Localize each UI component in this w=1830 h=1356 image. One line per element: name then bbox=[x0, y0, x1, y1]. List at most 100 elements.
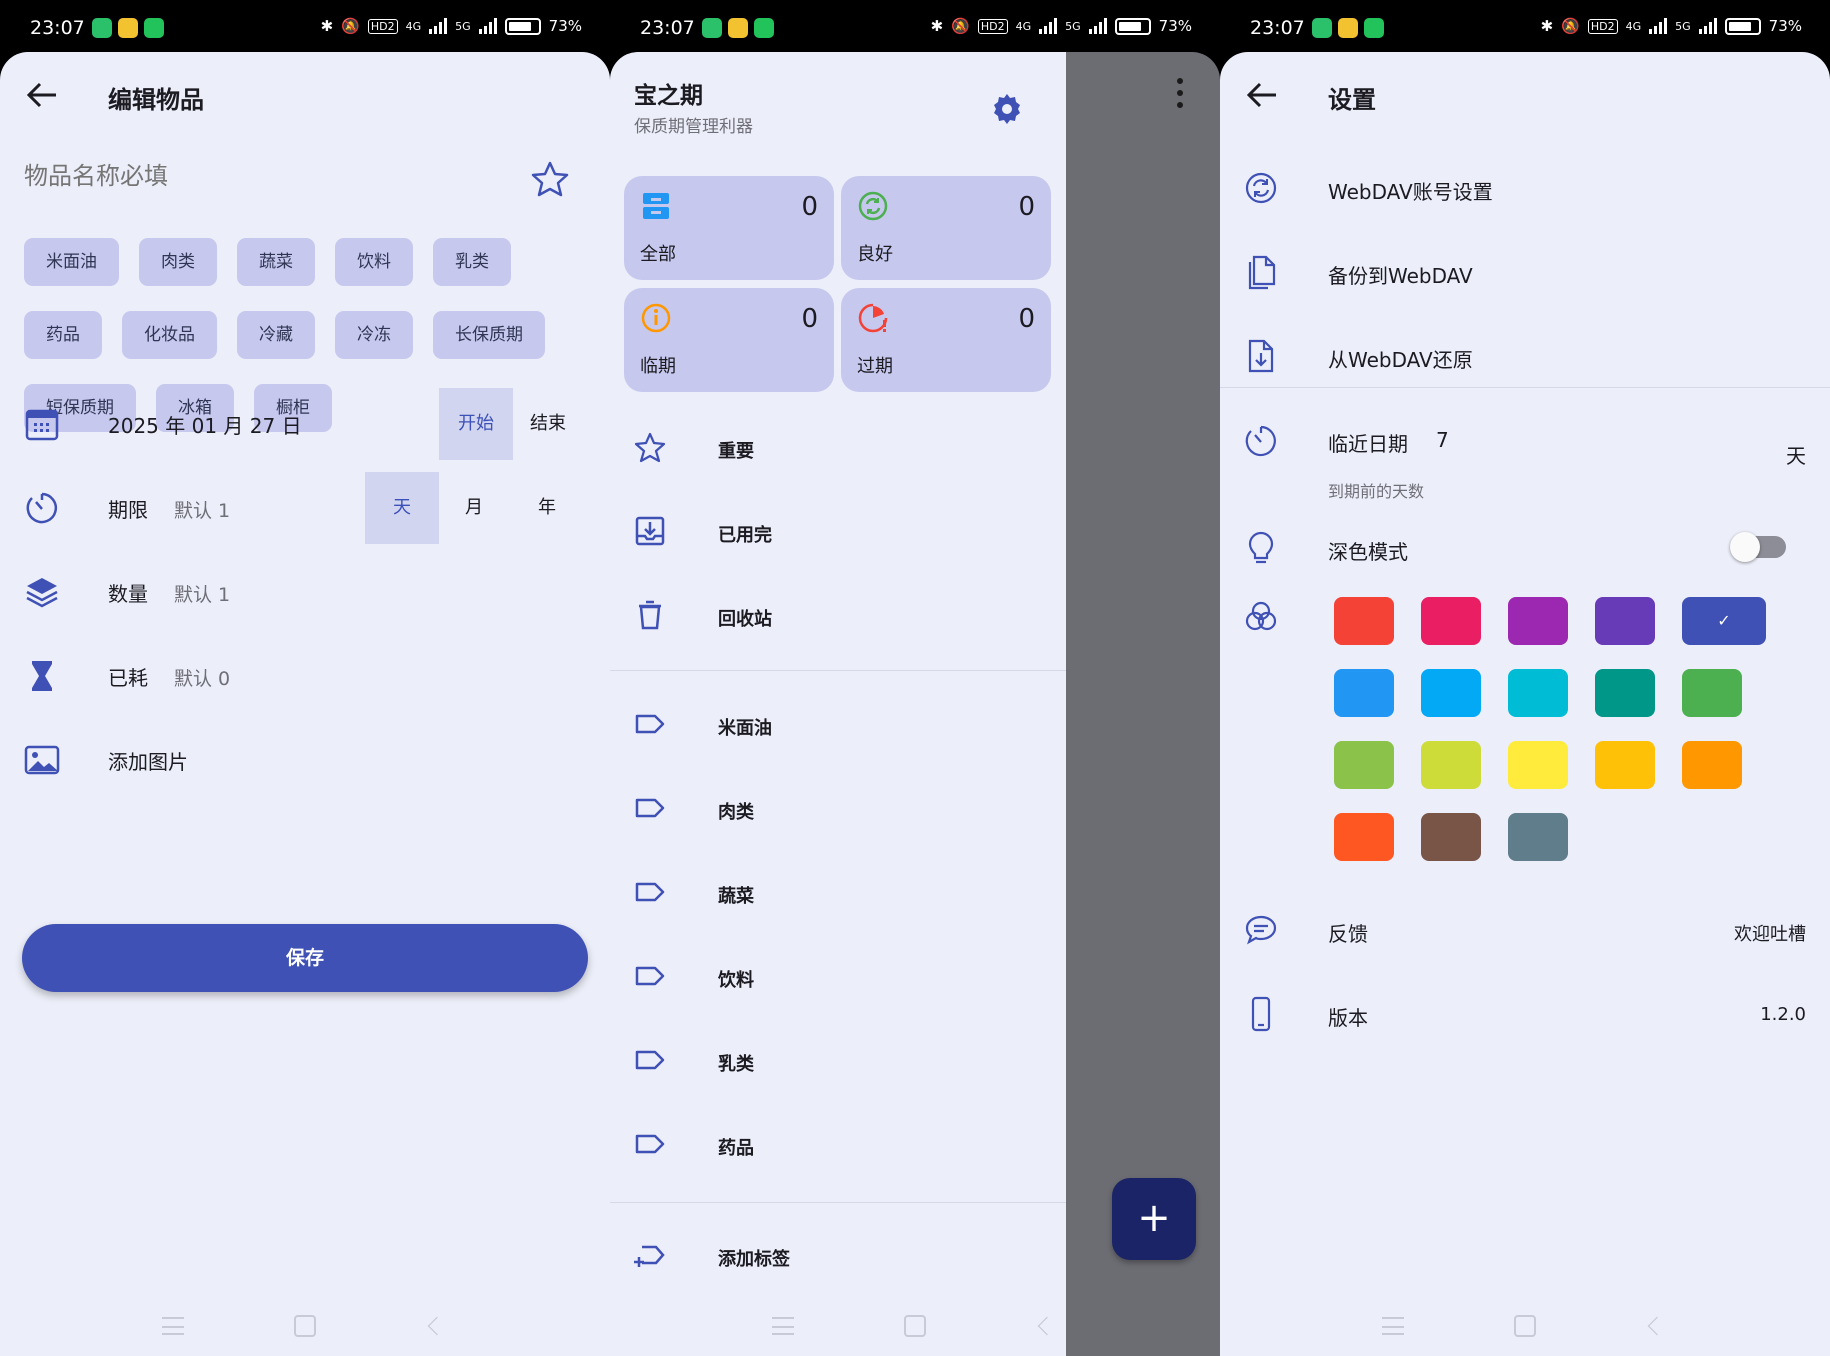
back-nav-icon[interactable] bbox=[427, 1316, 447, 1336]
date-value[interactable]: 2025 年 01 月 27 日 bbox=[108, 410, 302, 439]
color-swatch[interactable] bbox=[1682, 669, 1742, 717]
label-icon bbox=[635, 798, 665, 818]
card-all[interactable]: 0 全部 bbox=[624, 176, 834, 280]
tag-chip[interactable]: 冷冻 bbox=[335, 311, 413, 359]
dark-mode-toggle[interactable] bbox=[1730, 532, 1786, 562]
date-start-toggle[interactable]: 开始 bbox=[439, 388, 513, 460]
drawer-label-item[interactable]: 饮料 bbox=[610, 936, 1066, 1020]
save-button[interactable]: 保存 bbox=[22, 924, 588, 992]
add-item-fab[interactable]: + bbox=[1112, 1178, 1196, 1260]
webdav-account-row[interactable]: WebDAV账号设置 bbox=[1220, 148, 1830, 232]
color-swatch[interactable] bbox=[1508, 813, 1568, 861]
color-swatch[interactable] bbox=[1334, 741, 1394, 789]
home-nav-icon[interactable] bbox=[904, 1315, 926, 1337]
back-arrow-icon[interactable] bbox=[26, 80, 58, 110]
color-swatch[interactable] bbox=[1421, 813, 1481, 861]
drawer-label-item[interactable]: 蔬菜 bbox=[610, 852, 1066, 936]
drawer-item-used-up[interactable]: 已用完 bbox=[610, 491, 1066, 575]
signal-icon bbox=[1039, 18, 1058, 34]
tag-chip[interactable]: 饮料 bbox=[335, 238, 413, 286]
near-expiry-subtitle: 到期前的天数 bbox=[1328, 482, 1425, 501]
refresh-icon bbox=[858, 191, 888, 221]
unit-month-toggle[interactable]: 月 bbox=[437, 472, 511, 544]
period-label: 期限 bbox=[108, 498, 148, 522]
color-swatch[interactable] bbox=[1682, 597, 1766, 645]
tag-chip[interactable]: 冷藏 bbox=[237, 311, 315, 359]
page-title: 编辑物品 bbox=[108, 86, 204, 114]
restore-label: 从WebDAV还原 bbox=[1328, 348, 1473, 372]
gear-icon[interactable] bbox=[990, 92, 1024, 126]
back-nav-icon[interactable] bbox=[1647, 1316, 1667, 1336]
unit-year-toggle[interactable]: 年 bbox=[510, 472, 584, 544]
chat-icon bbox=[1245, 915, 1277, 945]
drawer-item-important[interactable]: 重要 bbox=[610, 407, 1066, 491]
unit-day-toggle[interactable]: 天 bbox=[365, 472, 439, 544]
color-swatch[interactable] bbox=[1508, 669, 1568, 717]
color-swatch[interactable] bbox=[1421, 597, 1481, 645]
drawer-label-item[interactable]: 米面油 bbox=[610, 684, 1066, 768]
card-expired[interactable]: 0 过期 bbox=[841, 288, 1051, 392]
scrim[interactable] bbox=[1066, 52, 1220, 1356]
theme-color-picker bbox=[1334, 597, 1774, 861]
label-icon bbox=[635, 1050, 665, 1070]
drawer-item-label: 药品 bbox=[718, 1138, 754, 1159]
drawer-item-label: 添加标签 bbox=[718, 1249, 790, 1270]
item-name-input[interactable] bbox=[24, 162, 424, 190]
tag-chip[interactable]: 米面油 bbox=[24, 238, 119, 286]
drawer-label-item[interactable]: 乳类 bbox=[610, 1020, 1066, 1104]
back-arrow-icon[interactable] bbox=[1246, 80, 1278, 110]
add-image-row[interactable]: 添加图片 bbox=[0, 724, 610, 796]
tag-chip[interactable]: 肉类 bbox=[139, 238, 217, 286]
tag-chip[interactable]: 蔬菜 bbox=[237, 238, 315, 286]
drawer-label-item[interactable]: 药品 bbox=[610, 1104, 1066, 1188]
color-swatch[interactable] bbox=[1595, 669, 1655, 717]
label-icon bbox=[635, 714, 665, 734]
card-good[interactable]: 0 良好 bbox=[841, 176, 1051, 280]
back-nav-icon[interactable] bbox=[1037, 1316, 1057, 1336]
period-row: 期限 默认 1 天 月 年 bbox=[0, 472, 610, 544]
period-input[interactable]: 默认 1 bbox=[174, 496, 230, 523]
star-icon[interactable] bbox=[530, 160, 570, 200]
color-swatch[interactable] bbox=[1421, 741, 1481, 789]
color-swatch[interactable] bbox=[1595, 741, 1655, 789]
drawer-label-item[interactable]: 肉类 bbox=[610, 768, 1066, 852]
quantity-input[interactable]: 默认 1 bbox=[174, 580, 230, 607]
card-near-expiry[interactable]: 0 临期 bbox=[624, 288, 834, 392]
color-swatch[interactable] bbox=[1682, 741, 1742, 789]
consumed-input[interactable]: 默认 0 bbox=[174, 664, 230, 691]
tag-chip[interactable]: 乳类 bbox=[433, 238, 511, 286]
hd-badge: HD2 bbox=[367, 18, 398, 34]
color-swatch[interactable] bbox=[1334, 669, 1394, 717]
home-nav-icon[interactable] bbox=[1514, 1315, 1536, 1337]
home-nav-icon[interactable] bbox=[294, 1315, 316, 1337]
more-options-icon[interactable] bbox=[1176, 78, 1184, 108]
tag-chip[interactable]: 长保质期 bbox=[433, 311, 545, 359]
add-label-icon bbox=[634, 1245, 665, 1267]
drawer-item-trash[interactable]: 回收站 bbox=[610, 575, 1066, 659]
drawer-item-label: 肉类 bbox=[718, 802, 754, 823]
menu-nav-icon[interactable] bbox=[162, 1317, 184, 1335]
color-swatch[interactable] bbox=[1595, 597, 1655, 645]
card-label: 全部 bbox=[640, 244, 676, 265]
menu-nav-icon[interactable] bbox=[1382, 1317, 1404, 1335]
top-app-bar: 设置 bbox=[1220, 52, 1830, 136]
card-label: 过期 bbox=[857, 356, 893, 377]
timer-icon bbox=[1245, 425, 1276, 457]
color-swatch[interactable] bbox=[1508, 597, 1568, 645]
menu-nav-icon[interactable] bbox=[772, 1317, 794, 1335]
drawer-add-label[interactable]: 添加标签 bbox=[610, 1215, 1066, 1299]
signal-icon bbox=[429, 18, 448, 34]
near-expiry-input[interactable]: 7 bbox=[1436, 428, 1449, 452]
near-expiry-row[interactable]: 临近日期 7 天 到期前的天数 bbox=[1220, 400, 1830, 510]
date-end-toggle[interactable]: 结束 bbox=[511, 388, 585, 460]
color-swatch[interactable] bbox=[1508, 741, 1568, 789]
tag-chip[interactable]: 药品 bbox=[24, 311, 102, 359]
tag-chip[interactable]: 化妆品 bbox=[122, 311, 217, 359]
color-swatch[interactable] bbox=[1334, 597, 1394, 645]
phone-icon bbox=[1251, 996, 1271, 1032]
backup-row[interactable]: 备份到WebDAV bbox=[1220, 232, 1830, 316]
feedback-row[interactable]: 反馈 欢迎吐槽 bbox=[1220, 890, 1830, 974]
top-app-bar: 编辑物品 bbox=[0, 52, 610, 136]
color-swatch[interactable] bbox=[1421, 669, 1481, 717]
color-swatch[interactable] bbox=[1334, 813, 1394, 861]
